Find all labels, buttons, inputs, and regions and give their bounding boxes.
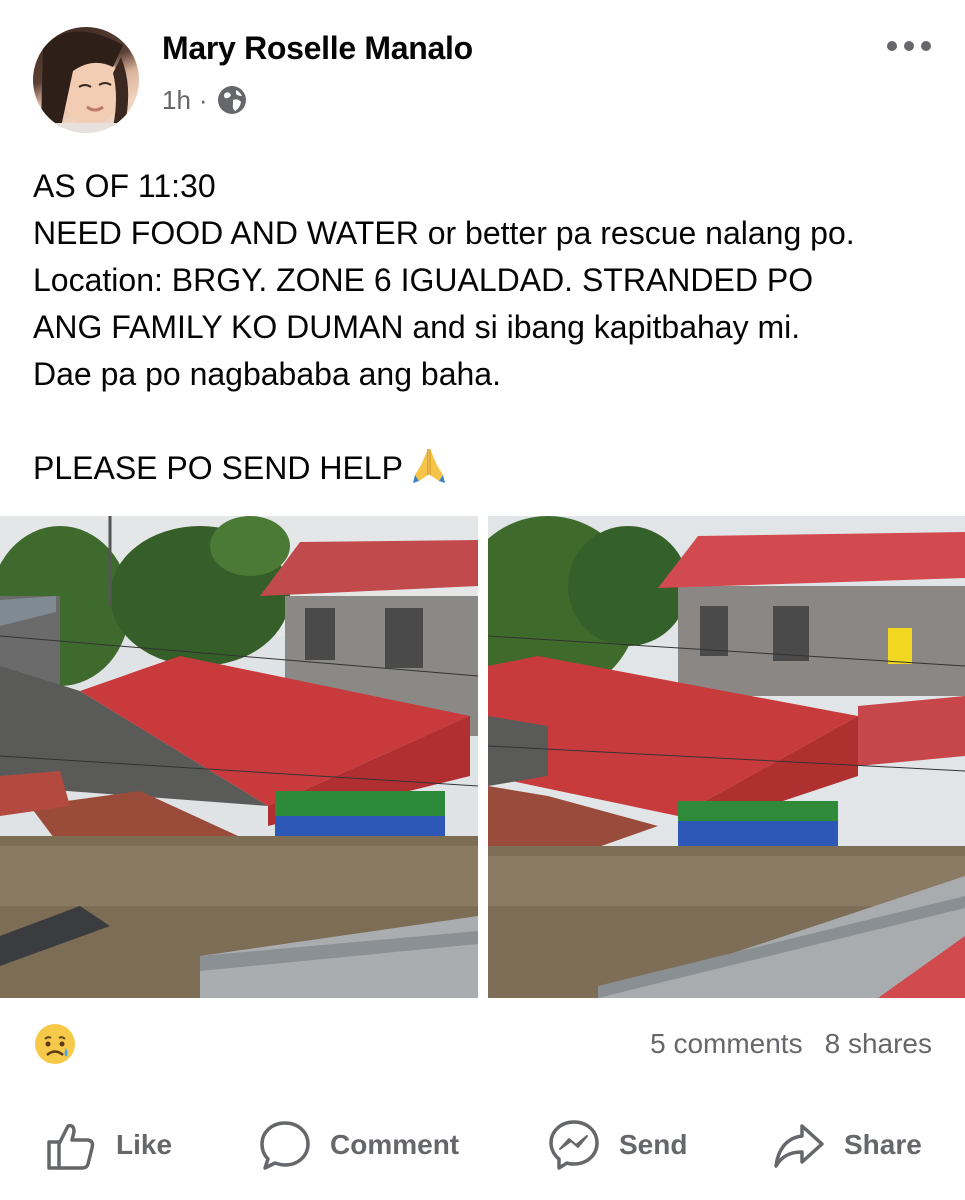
post-header: Mary Roselle Manalo 1h · bbox=[0, 0, 965, 150]
post-line: Dae pa po nagbababa ang baha. bbox=[33, 356, 501, 392]
folded-hands-icon bbox=[412, 449, 445, 483]
send-label: Send bbox=[619, 1129, 688, 1160]
avatar[interactable] bbox=[33, 27, 139, 133]
messenger-icon bbox=[549, 1120, 599, 1170]
send-button[interactable]: Send bbox=[547, 1110, 687, 1180]
comment-bubble-icon bbox=[260, 1121, 310, 1170]
comments-count[interactable]: 5 comments bbox=[650, 1028, 803, 1060]
like-label: Like bbox=[116, 1129, 173, 1160]
post-text: AS OF 11:30 NEED FOOD AND WATER or bette… bbox=[33, 163, 948, 492]
share-button[interactable]: Share bbox=[772, 1110, 922, 1180]
post-line: PLEASE PO SEND HELP bbox=[33, 450, 403, 486]
shares-count[interactable]: 8 shares bbox=[825, 1028, 932, 1060]
comment-label: Comment bbox=[330, 1129, 460, 1160]
like-button[interactable]: Like bbox=[44, 1110, 172, 1180]
post-meta: 1h · bbox=[162, 84, 248, 116]
engagement-counts: 5 comments 8 shares bbox=[650, 1028, 932, 1060]
photo-1[interactable] bbox=[0, 516, 478, 998]
share-arrow-icon bbox=[774, 1124, 824, 1168]
post-line: NEED FOOD AND WATER or better pa rescue … bbox=[33, 215, 855, 251]
globe-icon[interactable] bbox=[216, 84, 248, 116]
comment-button[interactable]: Comment bbox=[258, 1110, 459, 1180]
post-line: Location: BRGY. ZONE 6 IGUALDAD. STRANDE… bbox=[33, 262, 814, 298]
flooded-houses-photo-1 bbox=[0, 516, 478, 998]
flooded-houses-photo-2 bbox=[488, 516, 965, 998]
thumbs-up-icon bbox=[47, 1123, 95, 1170]
more-dot-icon bbox=[904, 41, 914, 51]
share-label: Share bbox=[844, 1129, 922, 1160]
more-options-button[interactable] bbox=[887, 34, 937, 58]
sad-reaction-icon[interactable] bbox=[33, 1022, 77, 1066]
post-time[interactable]: 1h bbox=[162, 85, 191, 116]
author-name[interactable]: Mary Roselle Manalo bbox=[162, 30, 473, 67]
action-bar: Like Comment Send Share bbox=[0, 1110, 965, 1180]
more-dot-icon bbox=[921, 41, 931, 51]
post-line: ANG FAMILY KO DUMAN and si ibang kapitba… bbox=[33, 309, 801, 345]
meta-separator: · bbox=[198, 84, 208, 115]
photo-grid bbox=[0, 516, 965, 998]
photo-2[interactable] bbox=[488, 516, 965, 998]
post-line: AS OF 11:30 bbox=[33, 168, 216, 204]
more-dot-icon bbox=[887, 41, 897, 51]
